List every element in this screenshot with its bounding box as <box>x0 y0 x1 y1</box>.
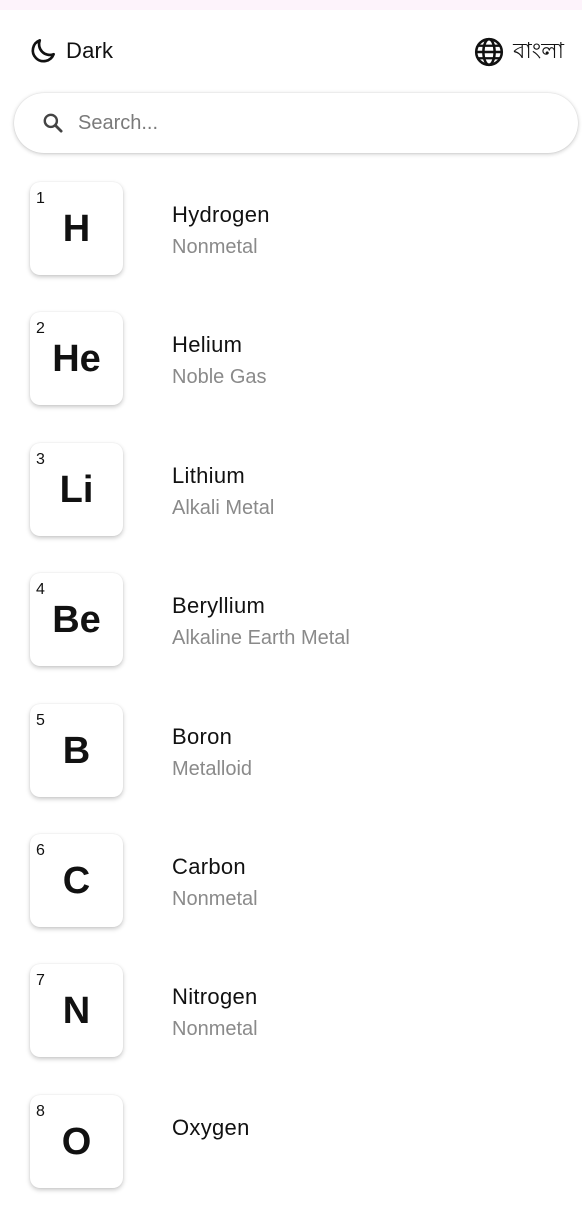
element-row-hydrogen[interactable]: 1 H Hydrogen Nonmetal <box>0 182 582 312</box>
element-symbol: Li <box>59 468 94 511</box>
element-tile: 6 C <box>30 833 123 927</box>
element-symbol: H <box>62 208 91 250</box>
element-symbol: Be <box>52 599 101 642</box>
element-name: Hydrogen <box>172 202 270 227</box>
element-tile: 2 He <box>30 312 123 406</box>
language-label: বাংলা <box>513 38 564 64</box>
element-row-carbon[interactable]: 6 C Carbon Nonmetal <box>0 833 582 964</box>
element-symbol: O <box>61 1120 92 1163</box>
element-name: Beryllium <box>172 593 266 619</box>
element-row-boron[interactable]: 5 B Boron Metalloid <box>0 703 582 834</box>
element-name: Boron <box>172 723 233 749</box>
element-category: Alkali Metal <box>172 496 275 519</box>
element-category: Nonmetal <box>172 1018 258 1041</box>
moon-icon <box>31 39 55 63</box>
status-bar-strip <box>0 0 582 10</box>
element-category: Metalloid <box>172 757 253 780</box>
element-tile: 8 O <box>30 1094 123 1188</box>
dark-mode-label: Dark <box>66 38 114 63</box>
element-symbol: B <box>62 729 91 772</box>
globe-icon <box>475 37 504 67</box>
element-category: Nonmetal <box>172 236 258 258</box>
search-input[interactable] <box>78 103 518 143</box>
element-row-lithium[interactable]: 3 Li Lithium Alkali Metal <box>0 442 582 573</box>
element-tile: 7 N <box>30 964 123 1058</box>
dark-mode-toggle[interactable]: Dark <box>28 36 113 66</box>
element-name: Helium <box>172 332 243 358</box>
element-tile: 1 H <box>30 182 123 275</box>
element-row-helium[interactable]: 2 He Helium Noble Gas <box>0 312 582 442</box>
element-tile: 5 B <box>30 703 123 797</box>
search-bar[interactable] <box>14 93 578 153</box>
element-name: Oxygen <box>172 1114 250 1140</box>
element-category: Noble Gas <box>172 366 267 389</box>
element-name: Carbon <box>172 853 246 879</box>
element-list: 1 H Hydrogen Nonmetal 2 He Helium Noble … <box>0 182 582 1225</box>
element-tile: 3 Li <box>30 442 123 536</box>
element-symbol: C <box>62 859 91 902</box>
search-icon <box>43 113 63 133</box>
element-row-beryllium[interactable]: 4 Be Beryllium Alkaline Earth Metal <box>0 573 582 703</box>
top-bar: Dark বাংলা <box>0 28 582 74</box>
element-category: Nonmetal <box>172 887 258 910</box>
element-symbol: N <box>62 990 91 1033</box>
element-name: Lithium <box>172 462 246 488</box>
element-row-nitrogen[interactable]: 7 N Nitrogen Nonmetal <box>0 964 582 1094</box>
element-category: Alkaline Earth Metal <box>172 627 350 650</box>
element-symbol: He <box>52 338 101 381</box>
language-toggle[interactable]: বাংলা <box>473 36 564 68</box>
element-tile: 4 Be <box>30 573 123 667</box>
element-name: Nitrogen <box>172 984 258 1010</box>
element-row-oxygen[interactable]: 8 O Oxygen <box>0 1094 582 1225</box>
